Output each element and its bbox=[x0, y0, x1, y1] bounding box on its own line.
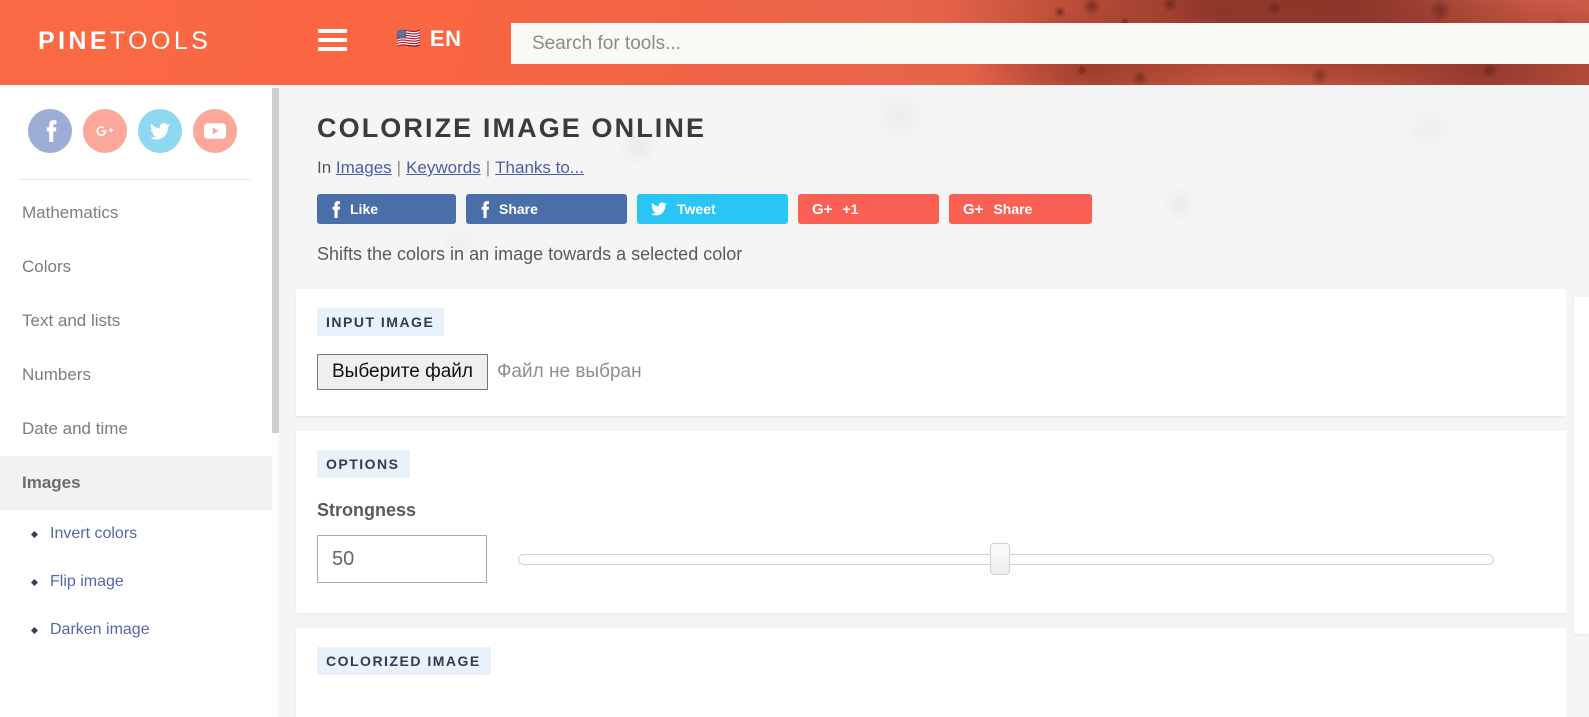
sidebar-item-numbers[interactable]: Numbers bbox=[0, 348, 279, 402]
options-badge: OPTIONS bbox=[317, 450, 410, 478]
breadcrumb-link-images[interactable]: Images bbox=[336, 158, 392, 177]
share-button-label: +1 bbox=[842, 201, 859, 217]
facebook-icon bbox=[331, 200, 340, 218]
strongness-control-row bbox=[317, 535, 1566, 583]
colorized-image-card: COLORIZED IMAGE bbox=[296, 628, 1566, 717]
breadcrumb-link-keywords[interactable]: Keywords bbox=[406, 158, 481, 177]
strongness-label: Strongness bbox=[317, 500, 417, 520]
hamburger-bar bbox=[318, 47, 347, 51]
page-title: COLORIZE IMAGE ONLINE bbox=[317, 113, 707, 143]
twitter-tweet-button[interactable]: Tweet bbox=[637, 194, 788, 224]
share-button-label: Share bbox=[993, 201, 1033, 217]
share-button-label: Like bbox=[350, 201, 379, 217]
sidebar-scrollbar-thumb[interactable] bbox=[272, 88, 279, 433]
language-code-label: EN bbox=[429, 26, 462, 51]
offscreen-panel-edge bbox=[1574, 297, 1589, 634]
sidebar-item-date-and-time[interactable]: Date and time bbox=[0, 402, 279, 456]
logo-light-text: TOOLS bbox=[109, 27, 212, 55]
options-card: OPTIONS Strongness bbox=[296, 431, 1566, 613]
logo-bold-text: PINE bbox=[38, 27, 110, 55]
input-image-badge: INPUT IMAGE bbox=[317, 308, 445, 336]
facebook-like-button[interactable]: Like bbox=[317, 194, 456, 224]
file-picker-row: Выберите файл Файл не выбран bbox=[317, 354, 1566, 390]
google-plus-icon: G+ bbox=[963, 200, 984, 218]
input-image-card: INPUT IMAGE Выберите файл Файл не выбран bbox=[296, 289, 1566, 416]
site-logo[interactable]: PINETOOLS bbox=[38, 27, 211, 56]
hamburger-bar bbox=[318, 29, 347, 33]
google-plus-icon: G+ bbox=[812, 200, 833, 218]
sidebar-item-text-and-lists[interactable]: Text and lists bbox=[0, 294, 279, 348]
sidebar-item-colors[interactable]: Colors bbox=[0, 240, 279, 294]
google-plus-one-button[interactable]: G+ +1 bbox=[798, 194, 939, 224]
sidebar-subitem-label: Darken image bbox=[50, 621, 150, 638]
slider-thumb[interactable] bbox=[990, 543, 1010, 575]
strongness-input[interactable] bbox=[317, 535, 487, 583]
search-input[interactable] bbox=[511, 23, 1589, 64]
language-selector[interactable]: 🇺🇸 EN bbox=[396, 26, 461, 52]
strongness-slider[interactable] bbox=[518, 535, 1494, 583]
twitter-icon bbox=[651, 202, 667, 216]
facebook-icon bbox=[480, 200, 489, 218]
share-button-label: Tweet bbox=[677, 201, 716, 217]
social-links-row bbox=[0, 85, 279, 153]
hamburger-icon[interactable] bbox=[318, 29, 348, 55]
sidebar-subitem-darken-image[interactable]: Darken image bbox=[0, 606, 279, 654]
facebook-icon[interactable] bbox=[28, 109, 72, 153]
twitter-icon[interactable] bbox=[138, 109, 182, 153]
sidebar-subitem-flip-image[interactable]: Flip image bbox=[0, 558, 279, 606]
bullet-icon bbox=[30, 578, 39, 586]
sidebar-subitem-invert-colors[interactable]: Invert colors bbox=[0, 510, 279, 558]
right-gutter bbox=[1566, 85, 1589, 717]
google-plus-icon[interactable] bbox=[83, 109, 127, 153]
sidebar-item-images[interactable]: Images bbox=[0, 456, 279, 510]
sidebar-item-mathematics[interactable]: Mathematics bbox=[0, 186, 279, 240]
facebook-share-button[interactable]: Share bbox=[466, 194, 627, 224]
sidebar: Mathematics Colors Text and lists Number… bbox=[0, 85, 279, 717]
google-plus-share-button[interactable]: G+ Share bbox=[949, 194, 1092, 224]
bullet-icon bbox=[30, 530, 39, 538]
colorized-image-badge: COLORIZED IMAGE bbox=[317, 647, 491, 675]
main-content: COLORIZE IMAGE ONLINE In Images | Keywords… bbox=[279, 85, 1589, 717]
sidebar-subitem-label: Invert colors bbox=[50, 525, 138, 542]
breadcrumb-separator: | bbox=[485, 158, 491, 177]
youtube-icon[interactable] bbox=[193, 109, 237, 153]
us-flag-icon: 🇺🇸 bbox=[396, 28, 421, 50]
app-header: PINETOOLS 🇺🇸 EN bbox=[0, 0, 1589, 85]
breadcrumb-link-thanks-to[interactable]: Thanks to... bbox=[495, 158, 584, 177]
tool-description: Shifts the colors in an image towards a … bbox=[317, 244, 743, 264]
breadcrumb: In Images | Keywords | Thanks to... bbox=[317, 158, 1589, 178]
bullet-icon bbox=[30, 626, 39, 634]
breadcrumb-separator: | bbox=[396, 158, 402, 177]
share-button-label: Share bbox=[499, 201, 538, 217]
choose-file-button[interactable]: Выберите файл bbox=[317, 354, 488, 390]
breadcrumb-prefix: In bbox=[317, 158, 332, 177]
sidebar-subitem-list: Invert colors Flip image Darken image bbox=[0, 510, 279, 654]
sidebar-subitem-label: Flip image bbox=[50, 573, 124, 590]
social-share-row: Like Share Tweet G+ +1 G+ Share bbox=[317, 194, 1589, 224]
sidebar-divider bbox=[20, 179, 251, 180]
hamburger-bar bbox=[318, 38, 347, 42]
sidebar-category-list: Mathematics Colors Text and lists Number… bbox=[0, 186, 279, 510]
file-status-label: Файл не выбран bbox=[496, 361, 642, 382]
